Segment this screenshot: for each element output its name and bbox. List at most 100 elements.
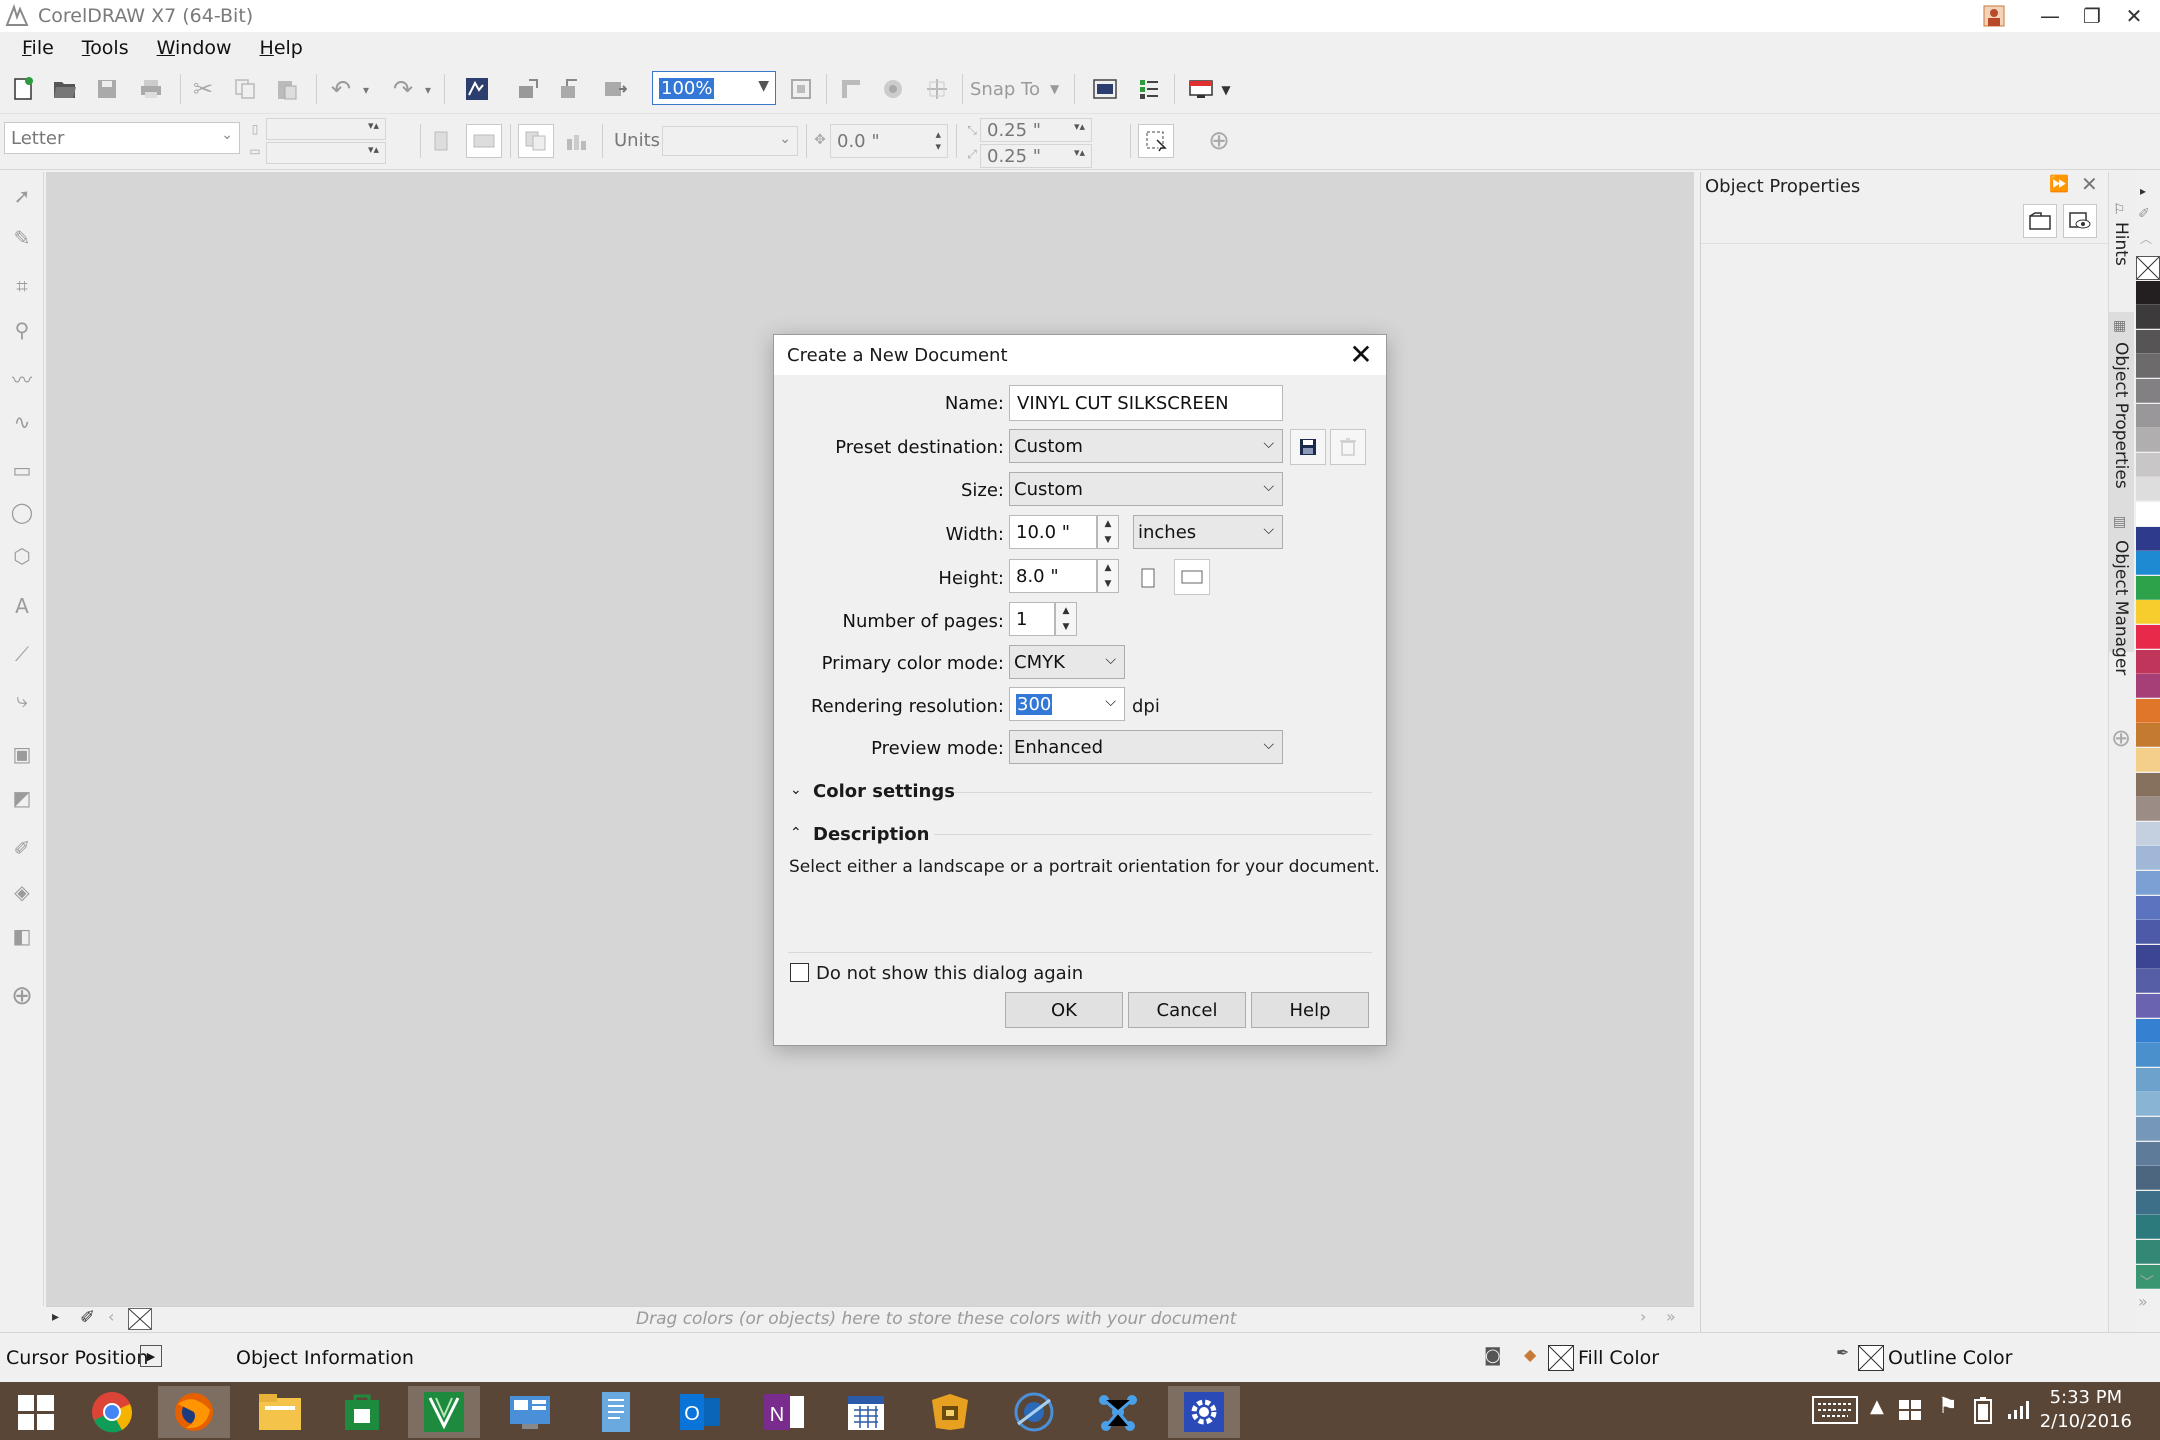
full-screen-preview-icon[interactable] xyxy=(786,74,816,104)
shape-tool-icon[interactable]: ✎ xyxy=(8,224,36,252)
resolution-input[interactable]: 300 ⌵ xyxy=(1009,687,1125,721)
page-height-input[interactable]: ▾▴ xyxy=(266,142,386,164)
restore-icon[interactable]: ❐ xyxy=(2070,0,2114,32)
add-icon[interactable]: ⊕ xyxy=(1202,124,1236,158)
palette-swatch[interactable] xyxy=(2136,871,2160,895)
print-icon[interactable] xyxy=(136,74,166,104)
save-preset-icon[interactable] xyxy=(1290,429,1326,465)
outlook-icon[interactable]: O xyxy=(664,1386,736,1438)
transparency-tool-icon[interactable]: ◩ xyxy=(8,784,36,812)
height-input[interactable]: 8.0 " xyxy=(1009,559,1097,593)
page-width-input[interactable]: ▾▴ xyxy=(266,118,386,140)
sharing-icon[interactable] xyxy=(1082,1386,1154,1438)
freehand-tool-icon[interactable]: 〰 xyxy=(8,364,36,392)
nudge-distance-input[interactable]: 0.0 " ▴ ▾ xyxy=(830,124,948,158)
treat-as-filled-icon[interactable] xyxy=(1138,124,1174,158)
store-icon[interactable] xyxy=(326,1386,398,1438)
color-settings-header[interactable]: Color settings xyxy=(813,781,955,802)
color-mode-dropdown[interactable]: CMYK ⌵ xyxy=(1009,645,1125,679)
snap-to-dropdown[interactable]: Snap To ▼ xyxy=(970,74,1066,104)
name-input[interactable]: VINYL CUT SILKSCREEN xyxy=(1009,385,1283,421)
color-proofing-icon[interactable]: ◙ xyxy=(1484,1345,1501,1366)
connector-tool-icon[interactable]: ⤷ xyxy=(8,686,36,714)
application-launcher-dropdown-icon[interactable]: ▼ xyxy=(1218,78,1234,102)
object-tab-icon[interactable] xyxy=(2023,204,2057,238)
duplicate-distance-y-input[interactable]: 0.25 " ▾▴ xyxy=(980,144,1092,168)
eyedropper-icon[interactable]: ✐ xyxy=(80,1307,95,1328)
notepad-icon[interactable] xyxy=(580,1386,652,1438)
tab-object-properties[interactable]: Object Properties xyxy=(2111,342,2131,489)
portrait-orientation-icon[interactable] xyxy=(1134,563,1162,593)
palette-swatch[interactable] xyxy=(2136,674,2160,699)
object-information-label[interactable]: Object Information xyxy=(236,1347,414,1369)
menu-window[interactable]: Window xyxy=(143,37,246,59)
delete-preset-icon[interactable] xyxy=(1330,429,1366,465)
color-eyedropper-tool-icon[interactable]: ✐ xyxy=(8,834,36,862)
palette-swatch[interactable] xyxy=(2136,625,2160,649)
action-center-flag-icon[interactable]: ⚑ xyxy=(1938,1394,1958,1419)
palette-swatch[interactable] xyxy=(2136,575,2160,600)
show-hidden-icons-icon[interactable]: ▲ xyxy=(1870,1396,1884,1417)
wifi-signal-icon[interactable] xyxy=(2006,1398,2030,1425)
paste-icon[interactable] xyxy=(272,74,302,104)
chevron-right-icon[interactable]: › xyxy=(1640,1307,1646,1326)
palette-swatch[interactable] xyxy=(2136,379,2160,403)
save-icon[interactable] xyxy=(92,74,122,104)
palette-swatch[interactable] xyxy=(2136,772,2160,797)
settings-gear-icon[interactable] xyxy=(1168,1386,1240,1438)
palette-swatch[interactable] xyxy=(2136,280,2160,305)
preview-mode-dropdown[interactable]: Enhanced ⌵ xyxy=(1009,730,1283,764)
palette-swatch[interactable] xyxy=(2136,994,2160,1018)
collapse-description-icon[interactable]: ⌃ xyxy=(790,825,802,841)
palette-swatch[interactable] xyxy=(2136,1166,2160,1191)
import-icon[interactable] xyxy=(514,74,544,104)
firefox-icon[interactable] xyxy=(158,1386,230,1438)
show-grid-icon[interactable] xyxy=(878,74,908,104)
menu-tools[interactable]: Tools xyxy=(68,37,143,59)
eyedropper-icon[interactable]: ✐ xyxy=(2138,206,2150,222)
copy-icon[interactable] xyxy=(230,74,260,104)
close-window-icon[interactable]: ✕ xyxy=(2112,0,2156,32)
height-spinner[interactable]: ▲ ▼ xyxy=(1097,559,1119,593)
expand-docker-icon[interactable]: ⏩ xyxy=(2049,174,2069,193)
outline-none-swatch[interactable] xyxy=(1858,1345,1884,1371)
artistic-media-tool-icon[interactable]: ∿ xyxy=(8,408,36,436)
text-tool-icon[interactable]: A xyxy=(8,592,36,620)
minimize-icon[interactable]: — xyxy=(2028,0,2072,32)
all-pages-icon[interactable] xyxy=(518,124,554,158)
portrait-icon[interactable] xyxy=(428,126,454,156)
duplicate-distance-x-input[interactable]: 0.25 " ▾▴ xyxy=(980,118,1092,142)
no-color-swatch[interactable] xyxy=(128,1308,152,1330)
application-launcher-icon[interactable] xyxy=(1186,74,1216,104)
windows-notification-icon[interactable] xyxy=(1898,1398,1922,1427)
palette-swatch[interactable] xyxy=(2136,1067,2160,1092)
view-icon[interactable] xyxy=(2063,204,2097,238)
palette-swatch[interactable] xyxy=(2136,502,2160,526)
drop-shadow-tool-icon[interactable]: ▣ xyxy=(8,740,36,768)
status-menu-icon[interactable]: ▶ xyxy=(140,1345,162,1367)
battery-icon[interactable] xyxy=(1972,1396,1994,1429)
palette-swatch[interactable] xyxy=(2136,477,2160,502)
current-page-icon[interactable] xyxy=(562,126,592,156)
tab-object-manager[interactable]: Object Manager xyxy=(2111,540,2131,675)
landscape-icon[interactable] xyxy=(466,124,502,158)
redo-icon[interactable]: ↷ xyxy=(386,74,420,104)
palette-swatch[interactable] xyxy=(2136,1215,2160,1240)
palette-swatch[interactable] xyxy=(2136,1240,2160,1264)
palette-swatch[interactable] xyxy=(2136,1018,2160,1043)
close-docker-icon[interactable]: ✕ xyxy=(2081,172,2098,196)
palette-swatch[interactable] xyxy=(2136,600,2160,625)
smart-fill-tool-icon[interactable]: ◧ xyxy=(8,922,36,950)
cursor-position-label[interactable]: Cursor Position xyxy=(6,1347,148,1369)
add-tool-icon[interactable]: ⊕ xyxy=(8,981,36,1011)
palette-swatch[interactable] xyxy=(2136,1092,2160,1117)
crop-tool-icon[interactable]: ⌗ xyxy=(8,272,36,300)
welcome-screen-icon[interactable] xyxy=(1090,74,1120,104)
palette-swatch[interactable] xyxy=(2136,329,2160,354)
undo-dropdown-icon[interactable]: ▾ xyxy=(358,78,374,102)
palette-swatch[interactable] xyxy=(2136,797,2160,822)
keyboard-icon[interactable] xyxy=(1812,1396,1858,1429)
export-icon[interactable] xyxy=(556,74,586,104)
redo-dropdown-icon[interactable]: ▾ xyxy=(420,78,436,102)
fill-none-swatch[interactable] xyxy=(1548,1345,1574,1371)
